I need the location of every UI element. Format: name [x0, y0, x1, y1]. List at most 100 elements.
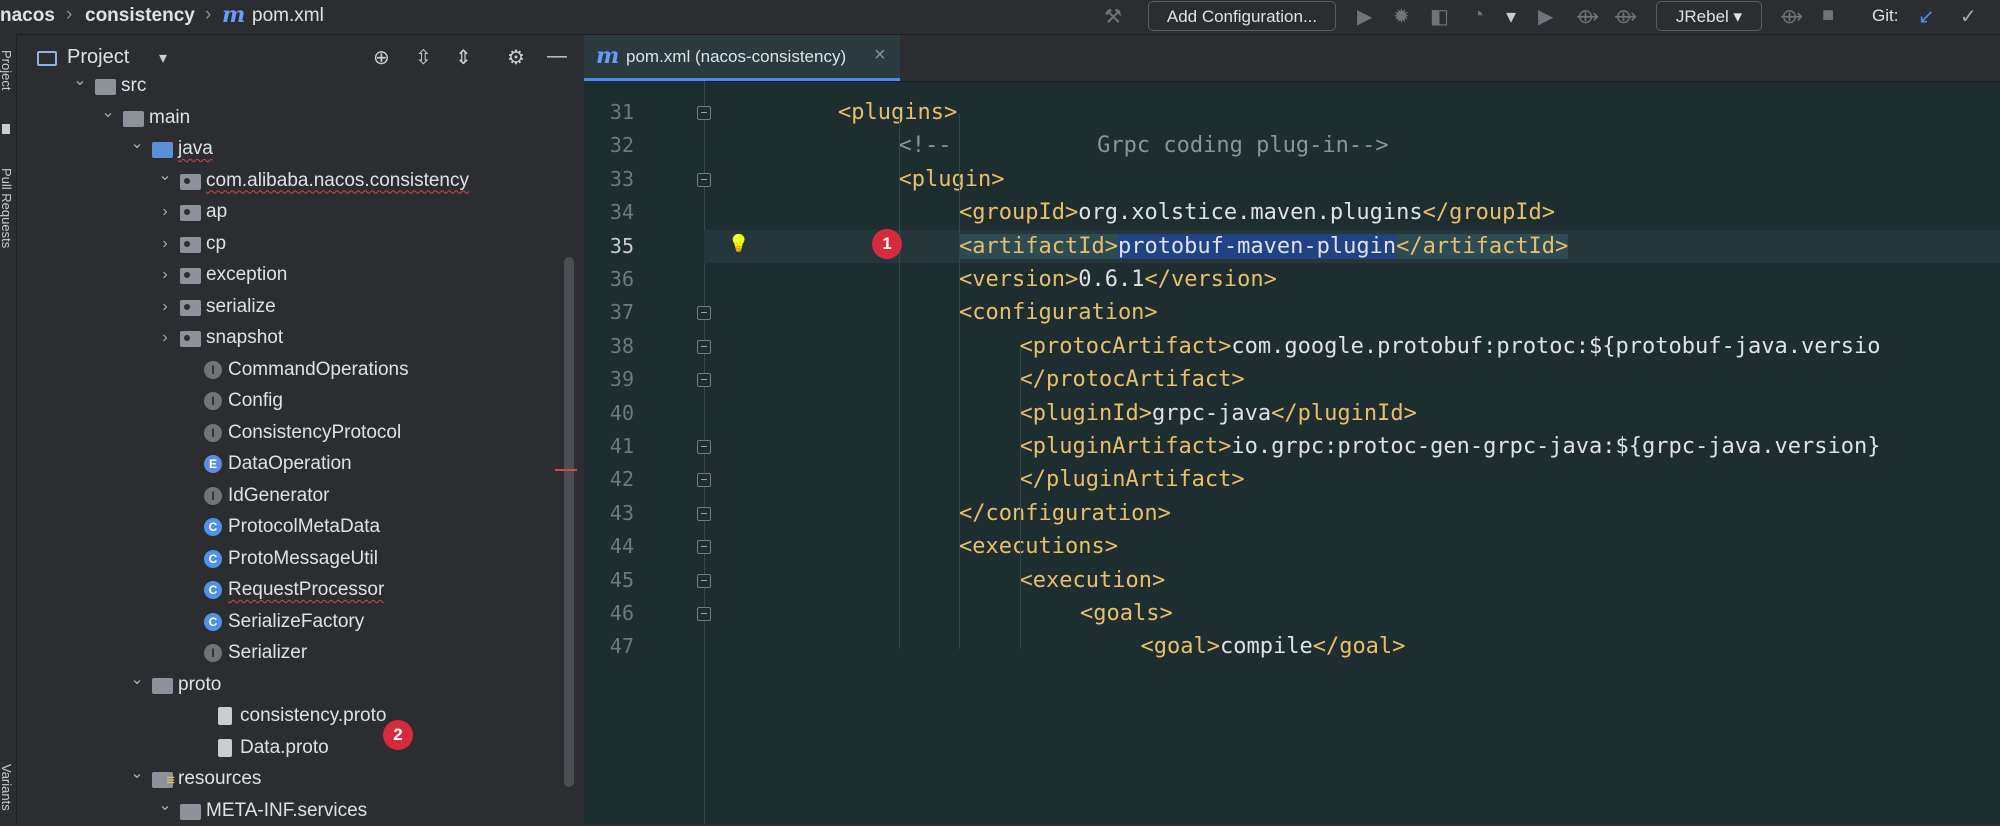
maven-file-icon: m: [222, 2, 246, 28]
project-scrollbar[interactable]: [564, 257, 574, 787]
collapse-all-icon[interactable]: ⇕: [455, 45, 472, 70]
code-line: <groupId>org.xolstice.maven.plugins</gro…: [959, 196, 1555, 229]
coverage-icon[interactable]: ◧: [1430, 4, 1449, 29]
tree-item-idgenerator[interactable]: I IdGenerator: [17, 481, 557, 511]
fold-collapse-icon[interactable]: [697, 339, 711, 354]
tree-item-snapshot[interactable]: › snapshot: [17, 323, 557, 353]
tree-item-main[interactable]: ⌄ main: [17, 103, 557, 133]
chevron-down-icon[interactable]: ⌄: [156, 791, 174, 821]
tree-item-label: com.alibaba.nacos.consistency: [206, 169, 469, 191]
tree-item-com-alibaba-nacos-consistency[interactable]: ⌄ com.alibaba.nacos.consistency: [17, 166, 557, 196]
code-token: 0.6.1: [1078, 267, 1145, 292]
tree-item-exception[interactable]: › exception: [17, 260, 557, 290]
tree-item-proto[interactable]: ⌄ proto: [17, 670, 557, 700]
git-commit-icon[interactable]: ✓: [1960, 4, 1977, 29]
profile-icon[interactable]: ◔: [1472, 4, 1484, 27]
chevron-down-icon[interactable]: ▾: [1506, 4, 1516, 29]
tree-item-protocolmetadata[interactable]: C ProtocolMetaData: [17, 512, 557, 542]
jrebel-debug-icon[interactable]: ⟴: [1614, 4, 1637, 29]
tree-item-protomessageutil[interactable]: C ProtoMessageUtil: [17, 544, 557, 574]
folder-icon: [152, 766, 175, 796]
expand-all-icon[interactable]: ⇳: [415, 45, 432, 70]
fold-end-icon[interactable]: [697, 373, 711, 388]
jrebel-sync-icon[interactable]: ⟴: [1780, 4, 1803, 29]
tree-item-label: serialize: [206, 295, 276, 317]
chevron-right-icon[interactable]: ›: [156, 292, 174, 322]
variants-tool-tab[interactable]: Variants: [0, 764, 14, 811]
fold-collapse-icon[interactable]: [697, 540, 711, 555]
jrebel-run-icon[interactable]: ⟴: [1576, 4, 1599, 29]
tree-item-label: exception: [206, 264, 288, 285]
fold-collapse-icon[interactable]: [697, 607, 711, 621]
package-icon: [180, 331, 201, 347]
close-icon[interactable]: ×: [874, 44, 886, 67]
chevron-down-icon[interactable]: ⌄: [71, 66, 89, 96]
code-token: <execution>: [1019, 567, 1166, 593]
tree-item-consistency-proto[interactable]: consistency.proto: [17, 701, 557, 731]
chevron-down-icon[interactable]: ⌄: [128, 759, 146, 789]
chevron-down-icon[interactable]: ⌄: [156, 161, 174, 191]
debug-icon[interactable]: ✹: [1393, 4, 1410, 29]
fold-collapse-icon[interactable]: [697, 172, 711, 187]
tree-item-commandoperations[interactable]: I CommandOperations: [17, 355, 557, 385]
chevron-right-icon[interactable]: ›: [156, 323, 174, 353]
chevron-right-icon[interactable]: ›: [156, 197, 174, 227]
project-tool-tab[interactable]: Project: [0, 50, 14, 90]
fold-collapse-icon[interactable]: [697, 440, 711, 454]
code-token: </goal>: [1312, 634, 1406, 660]
tree-item-serializefactory[interactable]: C SerializeFactory: [17, 607, 557, 637]
interface-icon: I: [204, 392, 222, 410]
code-line: <plugin>: [899, 163, 1005, 196]
tab-pom-xml[interactable]: m pom.xml (nacos-consistency) ×: [584, 35, 900, 81]
tree-item-consistencyprotocol[interactable]: I ConsistencyProtocol: [17, 418, 557, 448]
chevron-down-icon[interactable]: ⌄: [99, 98, 117, 128]
gear-icon[interactable]: ⚙: [507, 45, 525, 70]
fold-collapse-icon[interactable]: [697, 306, 711, 321]
tree-item-serialize[interactable]: › serialize: [17, 292, 557, 322]
chevron-down-icon[interactable]: ⌄: [128, 665, 146, 695]
tree-item-meta-inf-services[interactable]: ⌄ META-INF.services: [17, 796, 557, 826]
tree-item-data-proto[interactable]: Data.proto: [17, 733, 557, 763]
pull-requests-tool-tab[interactable]: Pull Requests: [0, 168, 14, 248]
breadcrumb-file[interactable]: pom.xml: [252, 5, 324, 27]
tree-item-cp[interactable]: › cp: [17, 229, 557, 259]
enum-icon: E: [204, 455, 222, 473]
package-icon: [180, 236, 201, 253]
code-area[interactable]: <plugins> <!-- Grpc coding plug-in--> <plu…: [584, 81, 2000, 824]
fold-end-icon[interactable]: [697, 473, 711, 488]
interface-icon: I: [204, 486, 222, 505]
breadcrumb-module[interactable]: consistency: [85, 5, 195, 27]
tree-item-label: Config: [228, 390, 283, 411]
chevron-right-icon[interactable]: ›: [156, 229, 174, 259]
git-update-icon[interactable]: ↙: [1918, 4, 1935, 29]
package-icon: [180, 173, 201, 190]
chevron-down-icon[interactable]: ⌄: [128, 129, 146, 159]
intention-bulb-icon[interactable]: 💡: [728, 234, 749, 254]
build-hammer-icon[interactable]: ⚒: [1104, 4, 1122, 29]
tree-item-serializer[interactable]: I Serializer: [17, 638, 557, 668]
tree-item-ap[interactable]: › ap: [17, 197, 557, 227]
tree-item-config[interactable]: I Config: [17, 386, 557, 416]
indent-guide: [959, 114, 960, 649]
run-icon[interactable]: ▶: [1357, 4, 1372, 29]
fold-collapse-icon[interactable]: [697, 573, 711, 588]
hide-panel-icon[interactable]: —: [547, 45, 567, 68]
locate-icon[interactable]: ⊕: [373, 45, 390, 70]
tree-item-dataoperation[interactable]: E DataOperation: [17, 449, 557, 479]
tree-item-resources[interactable]: ⌄resources: [17, 764, 557, 796]
tree-item-src[interactable]: ⌄ src: [17, 71, 557, 101]
chevron-right-icon[interactable]: ›: [156, 260, 174, 290]
jrebel-dropdown[interactable]: JRebel ▾: [1656, 1, 1762, 31]
stop-icon[interactable]: ■: [1822, 4, 1834, 27]
tree-item-label: Serializer: [228, 642, 308, 663]
add-configuration-button[interactable]: Add Configuration...: [1148, 1, 1336, 31]
chevron-down-icon[interactable]: ▾: [159, 48, 167, 68]
tree-item-requestprocessor[interactable]: C RequestProcessor: [17, 575, 557, 605]
fold-end-icon[interactable]: [697, 506, 711, 521]
tree-item-java[interactable]: ⌄ java: [17, 134, 557, 164]
run-alt-icon[interactable]: ▶: [1538, 4, 1553, 29]
tree-item-label: CommandOperations: [228, 358, 409, 380]
fold-collapse-icon[interactable]: [697, 106, 711, 120]
editor-tab-bar: m pom.xml (nacos-consistency) ×: [584, 35, 2000, 82]
breadcrumb-project[interactable]: nacos: [0, 5, 55, 27]
